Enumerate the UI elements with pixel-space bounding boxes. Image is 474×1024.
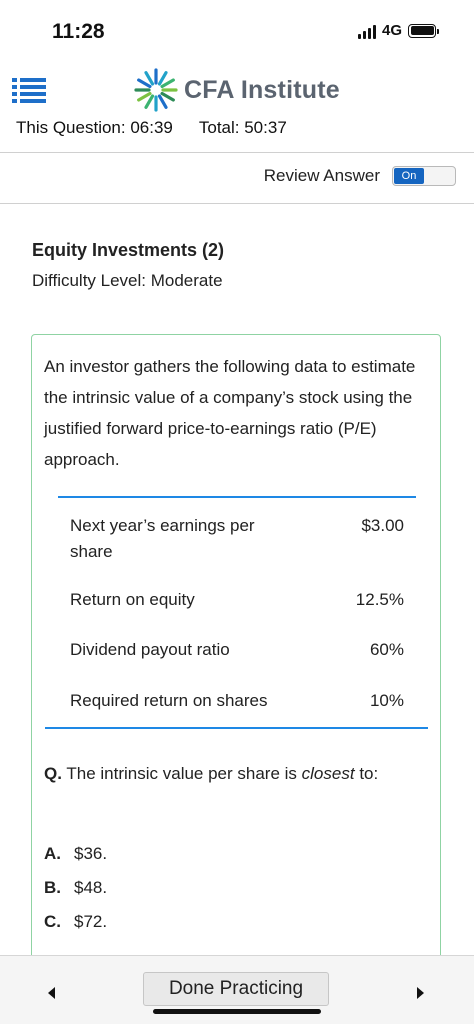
table-cell-value: 10% [369,691,404,710]
timers: This Question: 06:39 Total: 50:37 [16,118,287,138]
question-timer: This Question: 06:39 [16,118,173,137]
hamburger-menu-icon[interactable] [12,78,46,104]
status-bar: 11:28 4G [0,0,474,60]
question-card: An investor gathers the following data t… [31,334,441,974]
option-b[interactable]: B. $48. [44,878,107,912]
option-letter: C. [44,912,61,931]
question-text-end: to: [359,764,379,783]
home-indicator [153,1009,321,1014]
battery-icon [408,23,439,38]
question-prompt: An investor gathers the following data t… [44,357,416,469]
review-answer-label: Review Answer [263,166,380,185]
table-row: Dividend payout ratio 60% [58,637,416,688]
option-a[interactable]: A. $36. [44,844,107,878]
status-time: 11:28 [52,20,105,43]
table-cell-value: 12.5% [355,590,404,609]
table-cell-label: Next year’s earnings per share [70,516,255,561]
table-row: Next year’s earnings per share $3.00 [58,498,416,587]
brand-name: CFA Institute [184,75,340,104]
question-emphasis: closest [301,764,355,783]
table-row: Required return on shares 10% [58,688,416,731]
answer-options: A. $36. B. $48. C. $72. [44,844,107,946]
difficulty-level: Difficulty Level: Moderate [32,271,223,290]
data-table: Next year’s earnings per share $3.00 Ret… [58,496,416,731]
header-divider [0,152,474,153]
table-cell-value: $3.00 [361,516,404,535]
option-c[interactable]: C. $72. [44,912,107,946]
previous-arrow-icon[interactable] [48,987,55,999]
app-header: CFA Institute [0,66,474,114]
question-prefix: Q. [44,764,62,783]
table-bottom-rule [45,727,428,729]
option-text: $48. [74,878,108,897]
cfa-globe-logo [134,68,178,112]
review-divider [0,203,474,204]
network-label: 4G [381,22,402,39]
table-cell-value: 60% [369,640,404,659]
next-arrow-icon[interactable] [417,987,424,999]
question-text: The intrinsic value per share is [66,764,297,783]
total-timer: Total: 50:37 [198,118,287,137]
option-text: $72. [74,912,108,931]
option-letter: B. [44,878,61,897]
table-row: Return on equity 12.5% [58,587,416,637]
table-cell-label: Dividend payout ratio [70,640,230,659]
cfa-logo: CFA Institute [134,68,340,112]
option-letter: A. [44,844,61,863]
review-answer-toggle[interactable]: On [392,166,456,186]
table-cell-label: Required return on shares [70,691,268,710]
done-practicing-button[interactable]: Done Practicing [143,972,329,1006]
table-cell-label: Return on equity [70,590,195,609]
toggle-state: On [394,168,424,184]
topic-title: Equity Investments (2) [32,240,225,260]
status-indicators: 4G [357,22,439,39]
signal-icon [357,23,376,39]
review-answer-row: Review Answer On [264,166,456,186]
question-stem: Q. The intrinsic value per share is clos… [44,757,424,790]
option-text: $36. [74,844,108,863]
